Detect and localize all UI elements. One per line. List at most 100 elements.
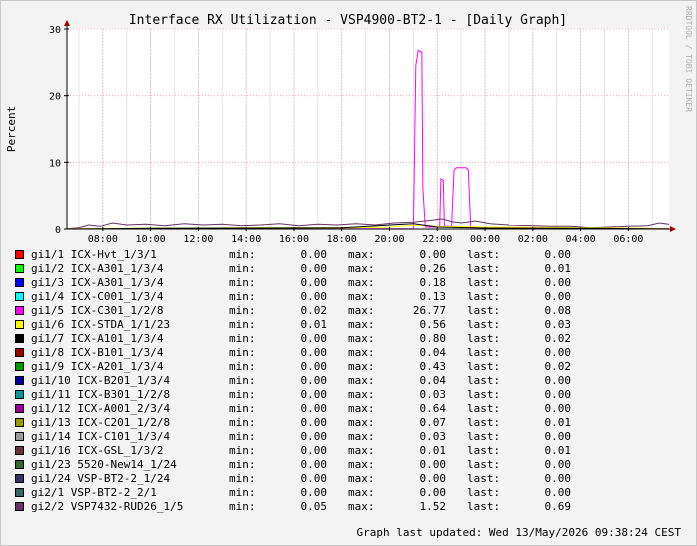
legend-min-value: 0.00 bbox=[300, 332, 328, 345]
legend-last-value: 0.00 bbox=[544, 402, 572, 415]
legend-max-value: 0.56 bbox=[419, 318, 447, 331]
legend-last-value: 0.02 bbox=[544, 332, 572, 345]
legend-max-label: max: bbox=[348, 318, 375, 331]
legend-last-value: 0.00 bbox=[544, 276, 572, 289]
legend-min-label: min: bbox=[229, 458, 256, 471]
legend-color-swatch bbox=[15, 334, 24, 343]
legend-color-swatch bbox=[15, 474, 24, 483]
legend-max-label: max: bbox=[348, 458, 375, 471]
legend-min-value: 0.00 bbox=[300, 472, 328, 485]
legend-last-label: last: bbox=[467, 472, 501, 485]
legend-max-value: 0.13 bbox=[419, 290, 447, 303]
legend-min-label: min: bbox=[229, 500, 256, 513]
legend-max-label: max: bbox=[348, 360, 375, 373]
legend-min-value: 0.00 bbox=[300, 486, 328, 499]
legend-max-value: 0.00 bbox=[419, 486, 447, 499]
legend-series-name: gi1/8 ICX-B101_1/3/4 bbox=[31, 346, 164, 359]
y-tick-label: 10 bbox=[49, 158, 61, 169]
legend-max-value: 26.77 bbox=[412, 304, 446, 317]
legend-min-label: min: bbox=[229, 290, 256, 303]
legend-last-label: last: bbox=[467, 374, 501, 387]
legend-color-swatch bbox=[15, 306, 24, 315]
legend-max-value: 0.03 bbox=[419, 430, 447, 443]
legend-last-label: last: bbox=[467, 388, 501, 401]
legend-last-value: 0.01 bbox=[544, 444, 572, 457]
chart-title: Interface RX Utilization - VSP4900-BT2-1… bbox=[129, 13, 567, 28]
legend-max-label: max: bbox=[348, 402, 375, 415]
legend-max-label: max: bbox=[348, 374, 375, 387]
legend-max-label: max: bbox=[348, 304, 375, 317]
legend-min-label: min: bbox=[229, 248, 256, 261]
legend-max-value: 0.04 bbox=[419, 374, 447, 387]
legend-last-label: last: bbox=[467, 304, 501, 317]
x-tick-label: 06:00 bbox=[613, 234, 643, 245]
legend-max-label: max: bbox=[348, 346, 375, 359]
legend-min-label: min: bbox=[229, 444, 256, 457]
legend-min-label: min: bbox=[229, 332, 256, 345]
legend-min-value: 0.00 bbox=[300, 444, 328, 457]
legend-max-label: max: bbox=[348, 500, 375, 513]
y-axis-arrow bbox=[64, 20, 70, 26]
legend-min-value: 0.00 bbox=[300, 248, 328, 261]
legend-max-label: max: bbox=[348, 472, 375, 485]
x-tick-label: 08:00 bbox=[88, 234, 118, 245]
legend-max-label: max: bbox=[348, 332, 375, 345]
legend-max-label: max: bbox=[348, 430, 375, 443]
legend-last-value: 0.00 bbox=[544, 374, 572, 387]
x-tick-label: 04:00 bbox=[566, 234, 596, 245]
legend-max-value: 0.07 bbox=[419, 416, 447, 429]
legend-min-label: min: bbox=[229, 416, 256, 429]
legend-min-value: 0.00 bbox=[300, 402, 328, 415]
legend-min-value: 0.00 bbox=[300, 458, 328, 471]
legend-max-value: 0.00 bbox=[419, 458, 447, 471]
graph-window: 08:00 10:00 12:00 14:00 16:00 18:00 20:00 22:00… bbox=[0, 0, 697, 546]
legend-series-name: gi1/14 ICX-C101_1/3/4 bbox=[31, 430, 171, 443]
legend-min-label: min: bbox=[229, 276, 256, 289]
legend-last-label: last: bbox=[467, 430, 501, 443]
legend-series-name: gi1/7 ICX-A101_1/3/4 bbox=[31, 332, 164, 345]
legend-series-name: gi1/3 ICX-A301_1/3/4 bbox=[31, 276, 164, 289]
legend-series-name: gi2/1 VSP-BT2-2_2/1 bbox=[31, 486, 157, 499]
legend-last-value: 0.00 bbox=[544, 248, 572, 261]
legend-color-swatch bbox=[15, 460, 24, 469]
legend-max-value: 0.01 bbox=[419, 444, 447, 457]
legend-last-label: last: bbox=[467, 262, 501, 275]
legend-color-swatch bbox=[15, 292, 24, 301]
legend-min-label: min: bbox=[229, 318, 256, 331]
legend-max-label: max: bbox=[348, 248, 375, 261]
legend-last-value: 0.00 bbox=[544, 430, 572, 443]
legend-series-name: gi1/5 ICX-C301_1/2/8 bbox=[31, 304, 164, 317]
legend-min-label: min: bbox=[229, 346, 256, 359]
legend-min-value: 0.00 bbox=[300, 276, 328, 289]
legend-series-name: gi1/13 ICX-C201_1/2/8 bbox=[31, 416, 171, 429]
legend-max-value: 1.52 bbox=[419, 500, 447, 513]
legend-last-value: 0.00 bbox=[544, 458, 572, 471]
legend-max-label: max: bbox=[348, 290, 375, 303]
legend-color-swatch bbox=[15, 264, 24, 273]
x-tick-label: 00:00 bbox=[470, 234, 500, 245]
legend-max-value: 0.04 bbox=[419, 346, 447, 359]
rrdtool-watermark: RRDTOOL / TOBI OETIKER bbox=[684, 6, 693, 112]
legend-color-swatch bbox=[15, 376, 24, 385]
legend-min-value: 0.00 bbox=[300, 360, 328, 373]
legend-last-value: 0.00 bbox=[544, 486, 572, 499]
legend-max-label: max: bbox=[348, 486, 375, 499]
legend-color-swatch bbox=[15, 278, 24, 287]
legend-max-value: 0.43 bbox=[419, 360, 447, 373]
legend-max-value: 0.03 bbox=[419, 388, 447, 401]
legend-min-label: min: bbox=[229, 402, 256, 415]
legend-max-label: max: bbox=[348, 276, 375, 289]
legend-min-value: 0.00 bbox=[300, 346, 328, 359]
y-tick-label: 0 bbox=[55, 225, 61, 236]
legend-last-label: last: bbox=[467, 402, 501, 415]
legend-min-value: 0.00 bbox=[300, 262, 328, 275]
legend-max-value: 0.00 bbox=[419, 248, 447, 261]
y-tick-label: 30 bbox=[49, 25, 61, 36]
legend-last-value: 0.00 bbox=[544, 290, 572, 303]
legend-last-label: last: bbox=[467, 290, 501, 303]
legend-series-name: gi1/2 ICX-A301_1/3/4 bbox=[31, 262, 164, 275]
legend-last-label: last: bbox=[467, 500, 501, 513]
legend-last-label: last: bbox=[467, 360, 501, 373]
legend-last-value: 0.00 bbox=[544, 388, 572, 401]
legend-max-label: max: bbox=[348, 388, 375, 401]
